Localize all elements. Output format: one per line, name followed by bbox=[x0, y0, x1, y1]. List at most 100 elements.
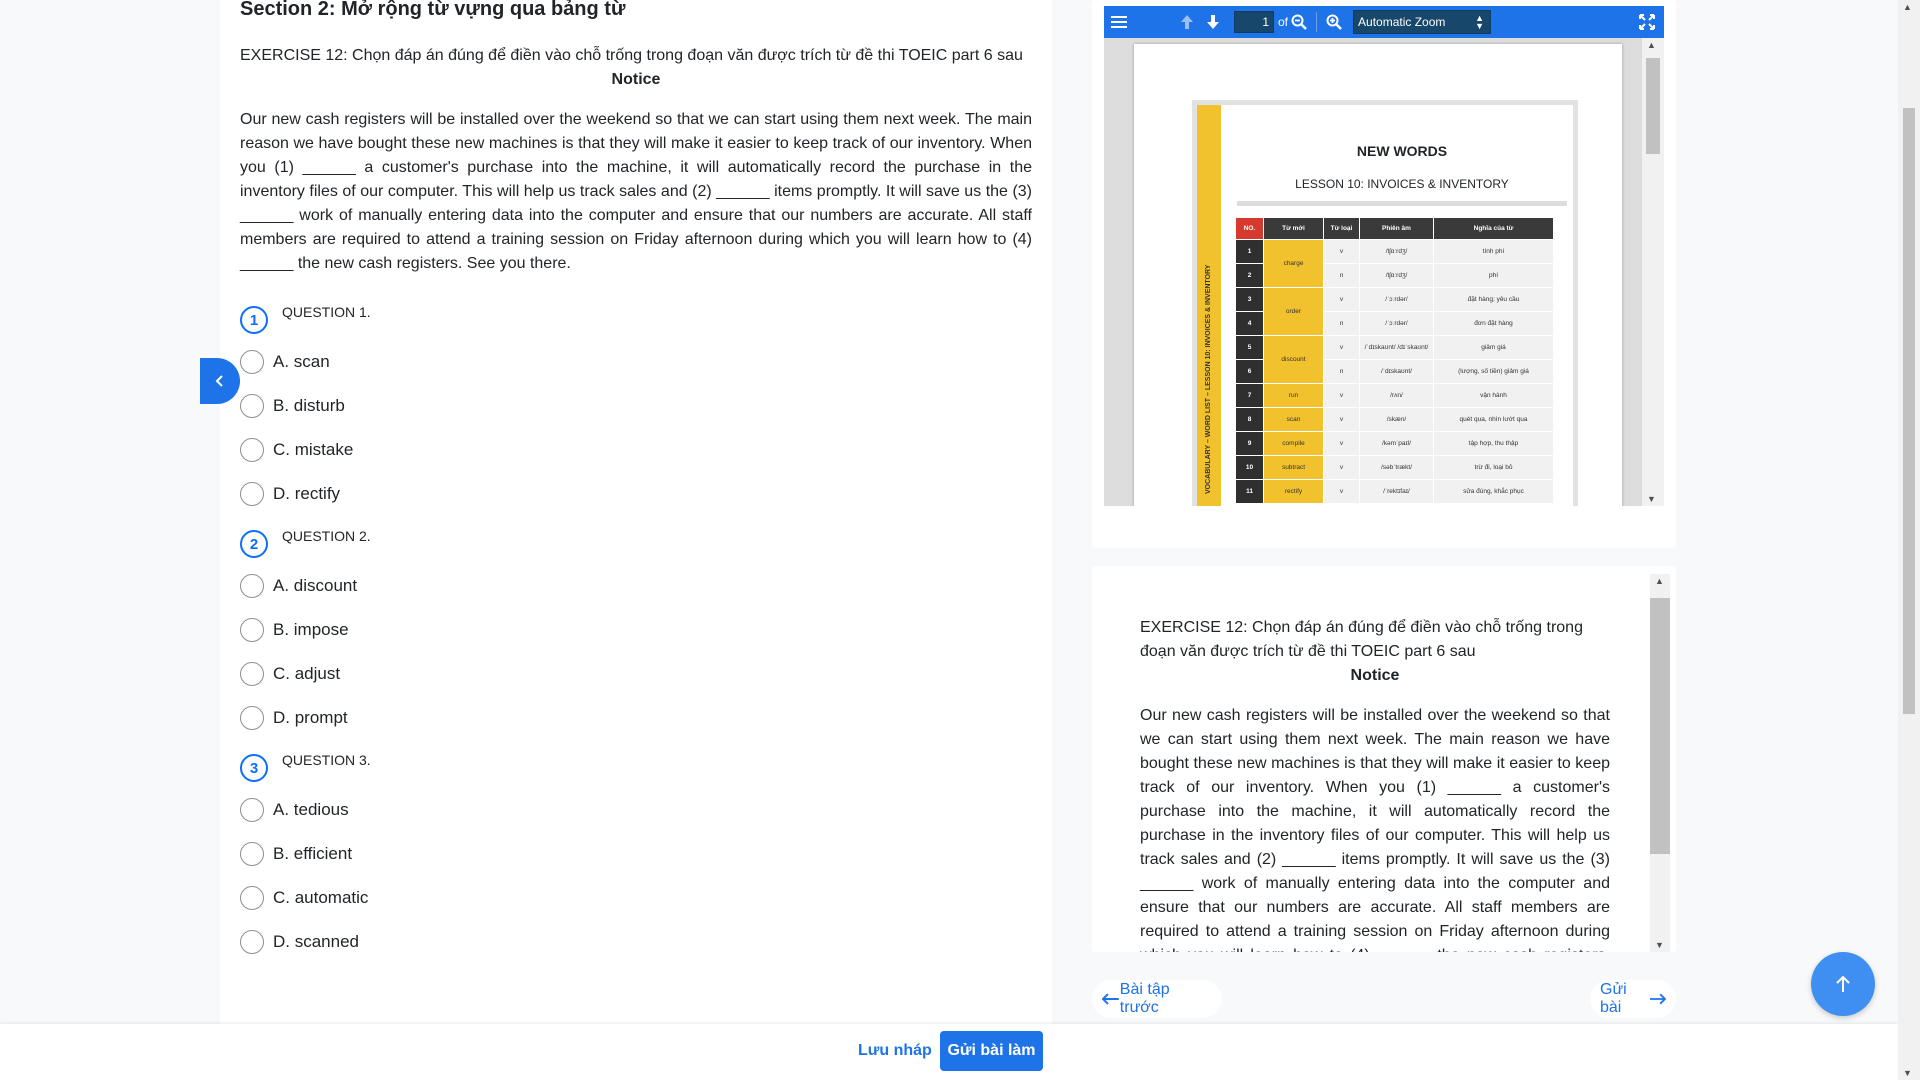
scroll-up-icon[interactable]: ▲ bbox=[1655, 576, 1664, 586]
answer-option[interactable]: D. scanned bbox=[240, 920, 1032, 964]
scroll-down-icon[interactable]: ▼ bbox=[1655, 940, 1664, 950]
answer-option[interactable]: C. mistake bbox=[240, 428, 1032, 472]
section-title: Section 2: Mở rộng từ vựng qua bảng từ bbox=[240, 0, 626, 20]
table-row: 9 compile v/kəmˈpaɪl/tập hợp, thu thập bbox=[1235, 431, 1554, 456]
side-band-label: VOCABULARY – WORD LIST – LESSON 10: INVO… bbox=[1205, 265, 1212, 495]
answer-option[interactable]: A. discount bbox=[240, 564, 1032, 608]
answer-option[interactable]: D. rectify bbox=[240, 472, 1032, 516]
question-label: QUESTION 3. bbox=[282, 752, 371, 768]
toolbar-divider bbox=[1316, 12, 1318, 32]
table-row: 10 subtract v/səbˈtrækt/trừ đi, loại bỏ bbox=[1235, 455, 1554, 480]
answer-option[interactable]: B. disturb bbox=[240, 384, 1032, 428]
scroll-down-icon[interactable]: ▼ bbox=[1647, 494, 1656, 504]
radio-button[interactable] bbox=[240, 350, 264, 374]
radio-button[interactable] bbox=[240, 842, 264, 866]
answer-option[interactable]: C. adjust bbox=[240, 652, 1032, 696]
fullscreen-icon[interactable] bbox=[1634, 9, 1660, 35]
passage-preview-card: EXERCISE 12: Chọn đáp án đúng để điền và… bbox=[1092, 566, 1676, 952]
arrow-right-icon bbox=[1650, 993, 1666, 1005]
scroll-to-top-button[interactable] bbox=[1811, 952, 1875, 1016]
pdf-document-view[interactable]: VOCABULARY – WORD LIST – LESSON 10: INVO… bbox=[1104, 38, 1664, 506]
pdf-scrollbar[interactable]: ▲ ▼ bbox=[1642, 38, 1664, 506]
question-number-badge: 1 bbox=[240, 306, 268, 334]
radio-button[interactable] bbox=[240, 394, 264, 418]
answer-option[interactable]: A. scan bbox=[240, 340, 1032, 384]
question-1: 1 QUESTION 1. A. scan B. disturb C. mista… bbox=[240, 304, 1032, 516]
arrow-left-icon bbox=[1102, 993, 1119, 1005]
table-row: 3 order v/ˈɔːrdər/đặt hàng; yêu cầu bbox=[1235, 287, 1554, 336]
option-label: C. automatic bbox=[273, 888, 369, 907]
previous-exercise-button[interactable]: Bài tập trước bbox=[1092, 980, 1222, 1018]
arrow-up-icon[interactable] bbox=[1174, 9, 1200, 35]
option-label: D. rectify bbox=[273, 484, 341, 503]
question-number-badge: 2 bbox=[240, 530, 268, 558]
table-header: Từ mới bbox=[1263, 217, 1324, 240]
chevron-updown-icon: ▲ ▼ bbox=[1475, 13, 1485, 31]
notice-title: Notice bbox=[1350, 667, 1400, 684]
radio-button[interactable] bbox=[240, 438, 264, 462]
zoom-select[interactable]: Automatic Zoom ▲ ▼ bbox=[1353, 10, 1492, 34]
table-row: 8 scan v/skæn/quét qua, nhìn lướt qua bbox=[1235, 407, 1554, 432]
notice-title: Notice bbox=[611, 71, 661, 88]
option-label: B. impose bbox=[273, 620, 349, 639]
scrollbar-thumb[interactable] bbox=[1650, 598, 1670, 854]
radio-button[interactable] bbox=[240, 482, 264, 506]
table-header: Phiên âm bbox=[1359, 217, 1434, 240]
option-label: B. disturb bbox=[273, 396, 345, 415]
pdf-page: VOCABULARY – WORD LIST – LESSON 10: INVO… bbox=[1134, 44, 1622, 506]
submit-button[interactable]: Gửi bài làm bbox=[940, 1031, 1043, 1071]
radio-button[interactable] bbox=[240, 798, 264, 822]
page-number-input[interactable]: 1 bbox=[1234, 11, 1274, 33]
radio-button[interactable] bbox=[240, 886, 264, 910]
scroll-up-icon[interactable]: ▲ bbox=[1647, 40, 1656, 50]
radio-button[interactable] bbox=[240, 574, 264, 598]
answer-option[interactable]: B. efficient bbox=[240, 832, 1032, 876]
passage-scrollbar[interactable]: ▲ ▼ bbox=[1650, 574, 1670, 952]
zoom-in-icon[interactable] bbox=[1321, 9, 1347, 35]
option-label: A. discount bbox=[273, 576, 358, 595]
answer-option[interactable]: B. impose bbox=[240, 608, 1032, 652]
option-label: A. scan bbox=[273, 352, 330, 371]
page-scrollbar[interactable]: ▲ ▼ bbox=[1898, 0, 1920, 1080]
submit-next-label: Gửi bài bbox=[1600, 981, 1627, 1016]
sidebar-toggle-icon[interactable] bbox=[1106, 9, 1132, 35]
arrow-down-icon[interactable] bbox=[1200, 9, 1226, 35]
bottom-action-bar: Lưu nháp Gửi bài làm bbox=[0, 1024, 1898, 1080]
option-label: D. prompt bbox=[273, 708, 348, 727]
answer-option[interactable]: D. prompt bbox=[240, 696, 1032, 740]
scroll-up-icon[interactable]: ▲ bbox=[1903, 2, 1912, 12]
previous-exercise-label: Bài tập trước bbox=[1119, 981, 1170, 1016]
question-2: 2 QUESTION 2. A. discount B. impose C. ad… bbox=[240, 528, 1032, 740]
zoom-out-icon[interactable] bbox=[1286, 9, 1312, 35]
option-label: B. efficient bbox=[273, 844, 353, 863]
passage-text: Our new cash registers will be installed… bbox=[1140, 707, 1610, 952]
option-label: C. mistake bbox=[273, 440, 354, 459]
option-label: D. scanned bbox=[273, 932, 359, 951]
answer-option[interactable]: C. automatic bbox=[240, 876, 1032, 920]
exercise-panel: Section 2: Mở rộng từ vựng qua bảng từ E… bbox=[220, 0, 1052, 1024]
table-row: 1 charge v/tʃɑːrdʒ/tính phí bbox=[1235, 239, 1554, 288]
scrollbar-thumb[interactable] bbox=[1646, 58, 1660, 154]
pdf-viewer-card: 1 of Automatic Zoom ▲ ▼ VOCABULARY – WORD… bbox=[1092, 0, 1676, 548]
passage-text: Our new cash registers will be installed… bbox=[240, 111, 1032, 272]
exercise-title: EXERCISE 12: Chọn đáp án đúng để điền và… bbox=[240, 47, 1023, 64]
answer-option[interactable]: A. tedious bbox=[240, 788, 1032, 832]
radio-button[interactable] bbox=[240, 618, 264, 642]
arrow-up-icon bbox=[1836, 975, 1850, 992]
zoom-select-value: Automatic Zoom bbox=[1358, 15, 1446, 29]
radio-button[interactable] bbox=[240, 706, 264, 730]
table-header: NO. bbox=[1235, 217, 1264, 240]
radio-button[interactable] bbox=[240, 662, 264, 686]
vocab-sheet: VOCABULARY – WORD LIST – LESSON 10: INVO… bbox=[1192, 100, 1578, 506]
table-row: 11 rectify v/ˈrektɪfaɪ/sửa đúng, khắc phục bbox=[1235, 479, 1554, 504]
submit-next-button[interactable]: Gửi bài bbox=[1590, 980, 1676, 1018]
question-3: 3 QUESTION 3. A. tedious B. efficient C. … bbox=[240, 752, 1032, 964]
scroll-down-icon[interactable]: ▼ bbox=[1903, 1068, 1912, 1078]
exercise-title: EXERCISE 12: Chọn đáp án đúng để điền và… bbox=[1140, 619, 1583, 660]
radio-button[interactable] bbox=[240, 930, 264, 954]
scrollbar-thumb[interactable] bbox=[1903, 108, 1915, 714]
question-label: QUESTION 1. bbox=[282, 304, 371, 320]
table-header: Từ loại bbox=[1323, 217, 1360, 240]
save-draft-button[interactable]: Lưu nháp bbox=[858, 1042, 932, 1060]
doc-subtitle: LESSON 10: INVOICES & INVENTORY bbox=[1295, 177, 1509, 191]
